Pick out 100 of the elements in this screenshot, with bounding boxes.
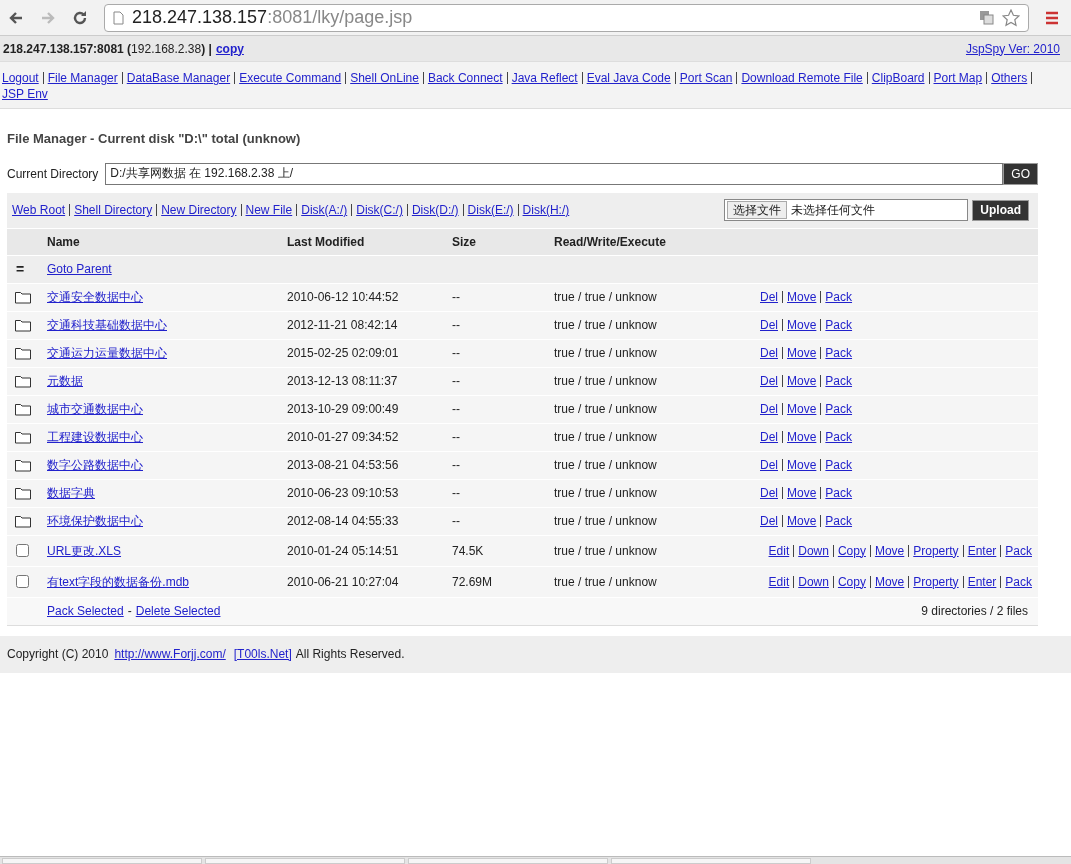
delete-selected-link[interactable]: Delete Selected <box>135 602 221 620</box>
action-link[interactable]: Pack <box>825 344 853 362</box>
file-name-link[interactable]: 交通安全数据中心 <box>47 288 143 306</box>
action-link[interactable]: Pack <box>825 316 853 334</box>
action-link[interactable]: Down <box>798 572 829 591</box>
goto-parent-link[interactable]: Goto Parent <box>47 260 112 278</box>
nav-link[interactable]: File Manager <box>47 70 118 86</box>
go-button[interactable]: GO <box>1003 162 1038 185</box>
file-name-link[interactable]: 工程建设数据中心 <box>47 428 143 446</box>
nav-link[interactable]: Logout <box>2 70 39 86</box>
action-link[interactable]: Pack <box>1005 572 1032 591</box>
file-name-link[interactable]: 数字公路数据中心 <box>47 456 143 474</box>
action-link[interactable]: Property <box>913 572 959 591</box>
action-link[interactable]: Pack <box>825 288 853 306</box>
nav-link[interactable]: ClipBoard <box>871 70 925 86</box>
translate-icon[interactable] <box>979 10 994 25</box>
action-link[interactable]: Edit <box>768 541 790 560</box>
action-link[interactable]: Del <box>760 428 778 446</box>
toolbar-link[interactable]: Disk(D:/) <box>411 201 459 219</box>
action-link[interactable]: Move <box>787 316 817 334</box>
column-header: Name <box>47 233 81 251</box>
copy-link[interactable]: copy <box>215 39 244 58</box>
action-link[interactable]: Pack <box>1005 541 1032 560</box>
directory-field[interactable]: D:/共享网数据 在 192.168.2.38 上/ <box>105 162 1004 185</box>
action-link[interactable]: Edit <box>768 572 790 591</box>
action-link[interactable]: Move <box>787 344 817 362</box>
action-link[interactable]: Del <box>760 400 778 418</box>
file-name-link[interactable]: 数据字典 <box>47 484 95 502</box>
file-name-link[interactable]: 有text字段的数据备份.mdb <box>47 572 190 591</box>
action-link[interactable]: Pack <box>825 428 853 446</box>
rights-text: All Rights Reserved. <box>295 646 405 663</box>
action-link[interactable]: Pack <box>825 372 853 390</box>
file-name-link[interactable]: 交通科技基础数据中心 <box>47 316 167 334</box>
back-icon[interactable] <box>8 9 24 26</box>
nav-link[interactable]: Back Connect <box>427 70 503 86</box>
action-link[interactable]: Move <box>874 572 905 591</box>
nav-link[interactable]: Eval Java Code <box>586 70 671 86</box>
size-cell-text: -- <box>452 289 461 306</box>
action-link[interactable]: Property <box>913 541 959 560</box>
upload-button[interactable]: Upload <box>972 199 1029 221</box>
action-link[interactable]: Move <box>787 428 817 446</box>
action-link[interactable]: Move <box>874 541 905 560</box>
action-link[interactable]: Pack <box>825 400 853 418</box>
action-link[interactable]: Pack <box>825 484 853 502</box>
action-link[interactable]: Pack <box>825 456 853 474</box>
nav-link[interactable]: JSP Env <box>2 86 48 102</box>
tools-link[interactable]: [T00ls.Net] <box>233 645 292 663</box>
action-link[interactable]: Del <box>760 344 778 362</box>
action-link[interactable]: Del <box>760 512 778 530</box>
nav-link[interactable]: Port Scan <box>679 70 733 86</box>
action-link[interactable]: Enter <box>967 541 997 560</box>
star-icon[interactable] <box>1002 8 1020 27</box>
forjj-link[interactable]: http://www.Forjj.com/ <box>114 645 226 663</box>
menu-icon[interactable] <box>1045 10 1059 25</box>
action-link[interactable]: Move <box>787 400 817 418</box>
action-link[interactable]: Down <box>798 541 829 560</box>
toolbar-link[interactable]: Disk(C:/) <box>356 201 403 219</box>
modified-cell-text: 2013-10-29 09:00:49 <box>287 401 400 418</box>
nav-link[interactable]: Execute Command <box>239 70 342 86</box>
action-link[interactable]: Move <box>787 456 817 474</box>
nav-link[interactable]: Java Reflect <box>511 70 578 86</box>
toolbar-link[interactable]: Disk(A:/) <box>301 201 348 219</box>
action-link[interactable]: Pack <box>825 512 853 530</box>
choose-file-button[interactable]: 选择文件 <box>727 201 788 219</box>
toolbar-link[interactable]: Disk(E:/) <box>467 201 514 219</box>
action-link[interactable]: Copy <box>837 572 866 591</box>
action-link[interactable]: Move <box>787 288 817 306</box>
file-input[interactable]: 选择文件 未选择任何文件 <box>724 199 969 221</box>
toolbar-link[interactable]: Shell Directory <box>74 201 153 219</box>
file-checkbox[interactable] <box>16 575 29 588</box>
version-link[interactable]: JspSpy Ver: 2010 <box>965 39 1060 58</box>
address-bar[interactable]: 218.247.138.157:8081/lky/page.jsp <box>104 3 1029 32</box>
file-name-link[interactable]: URL更改.XLS <box>47 541 122 560</box>
nav-link[interactable]: DataBase Manager <box>126 70 231 86</box>
file-name-link[interactable]: 环境保护数据中心 <box>47 512 143 530</box>
action-link[interactable]: Move <box>787 512 817 530</box>
action-link[interactable]: Del <box>760 288 778 306</box>
action-link[interactable]: Del <box>760 372 778 390</box>
file-name-link[interactable]: 城市交通数据中心 <box>47 400 143 418</box>
reload-icon[interactable] <box>72 9 88 26</box>
file-name-link[interactable]: 交通运力运量数据中心 <box>47 344 167 362</box>
action-link[interactable]: Enter <box>967 572 997 591</box>
action-link[interactable]: Del <box>760 456 778 474</box>
toolbar-link[interactable]: New File <box>245 201 293 219</box>
action-link[interactable]: Del <box>760 316 778 334</box>
toolbar-link[interactable]: Disk(H:/) <box>522 201 570 219</box>
action-link[interactable]: Copy <box>837 541 866 560</box>
nav-link[interactable]: Port Map <box>933 70 983 86</box>
file-checkbox[interactable] <box>16 544 29 557</box>
toolbar-link[interactable]: Web Root <box>12 201 66 219</box>
file-name-link[interactable]: 元数据 <box>47 372 83 390</box>
pack-selected-link[interactable]: Pack Selected <box>47 602 124 620</box>
toolbar-link[interactable]: New Directory <box>161 201 237 219</box>
action-link[interactable]: Move <box>787 372 817 390</box>
action-link[interactable]: Del <box>760 484 778 502</box>
nav-link[interactable]: Others <box>991 70 1028 86</box>
size-cell-text: -- <box>452 457 461 474</box>
nav-link[interactable]: Download Remote File <box>741 70 863 86</box>
action-link[interactable]: Move <box>787 484 817 502</box>
nav-link[interactable]: Shell OnLine <box>350 70 419 86</box>
